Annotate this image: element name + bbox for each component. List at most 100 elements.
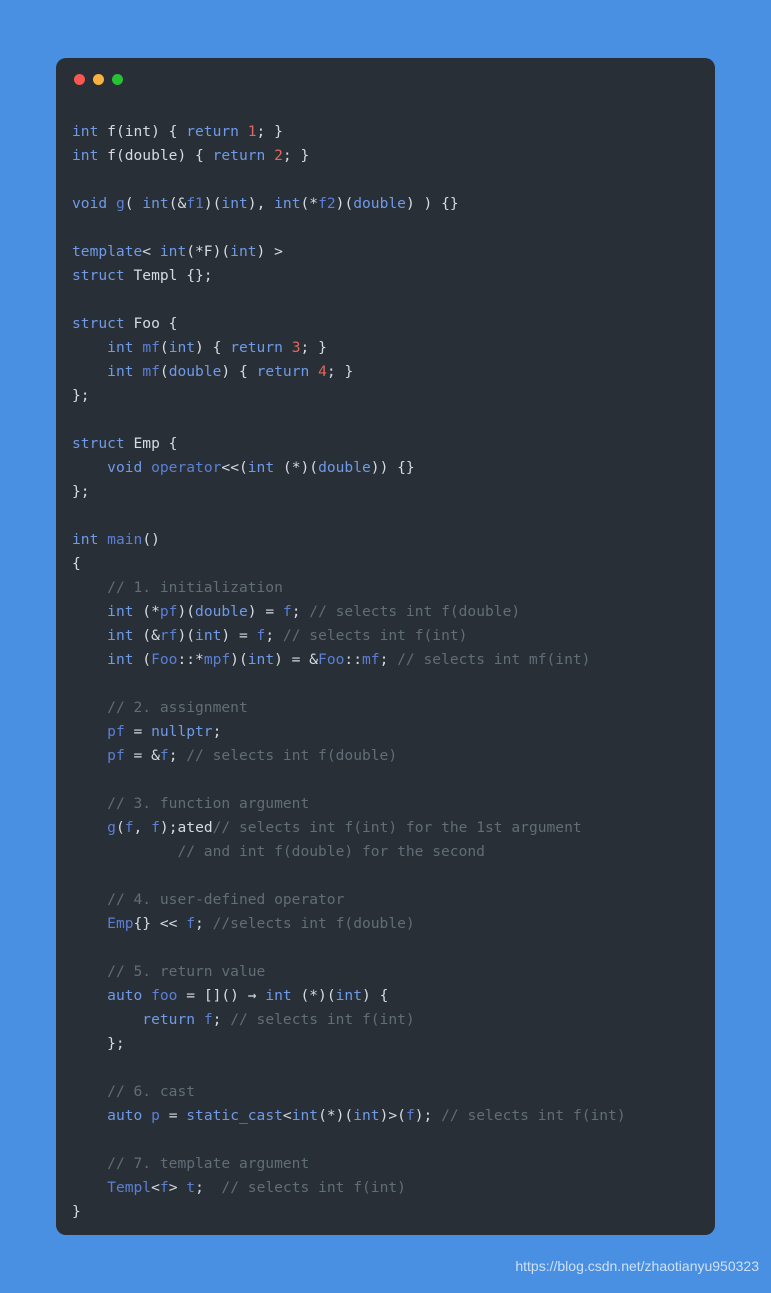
code-line: int f(double) { return 2; } (72, 144, 699, 168)
code-token-kw: struct (72, 267, 125, 284)
code-token-plain: }; (72, 387, 90, 404)
code-token-cmt: // 1. initialization (107, 579, 283, 596)
code-token-plain: ; } (256, 123, 283, 140)
code-token-kw: return (212, 147, 266, 164)
code-token-kw: int (247, 459, 275, 476)
code-token-plain: (& (168, 195, 187, 212)
code-token-id: mpf (203, 651, 231, 668)
code-line: int (*pf)(double) = f; // selects int f(… (72, 600, 699, 624)
code-token-plain: ( (159, 339, 169, 356)
code-token-id: pf (107, 747, 125, 764)
code-token-num: 1 (247, 123, 257, 140)
code-line: struct Templ {}; (72, 264, 699, 288)
code-token-num: 2 (274, 147, 283, 164)
code-token-plain: ; (379, 651, 398, 668)
code-token-kw: template (72, 243, 143, 260)
maximize-dot[interactable] (112, 74, 123, 85)
code-token-cmt: // 6. cast (107, 1083, 196, 1100)
code-token-plain: ( (159, 363, 169, 380)
close-dot[interactable] (74, 74, 85, 85)
code-token-kw: int (107, 363, 134, 380)
code-token-plain: = []() → (177, 987, 266, 1004)
code-token-plain: ; (195, 1179, 222, 1196)
code-token-kw: int (142, 195, 169, 212)
code-token-kw: nullptr (151, 723, 213, 740)
code-line: Templ<f> t; // selects int f(int) (72, 1176, 699, 1200)
code-line: g(f, f);ated// selects int f(int) for th… (72, 816, 699, 840)
code-token-plain: }; (72, 483, 90, 500)
code-token-kw: int (291, 1107, 319, 1124)
code-token-id: mf (142, 339, 160, 356)
code-token-kw: int (107, 627, 134, 644)
code-token-plain: ), (247, 195, 275, 212)
code-token-kw: auto (107, 987, 143, 1004)
code-line: void g( int(&f1)(int), int(*f2)(double) … (72, 192, 699, 216)
code-line: int (Foo::*mpf)(int) = &Foo::mf; // sele… (72, 648, 699, 672)
code-token-kw: double (168, 363, 222, 380)
code-token-plain: ( (133, 651, 152, 668)
code-token-kw: struct (72, 435, 125, 452)
code-token-kw: int (168, 339, 196, 356)
code-line: // 7. template argument (72, 1152, 699, 1176)
code-token-kw: int (353, 1107, 380, 1124)
code-token-id: f2 (318, 195, 336, 212)
code-token-id: Templ (107, 1179, 152, 1196)
code-token-plain: )( (335, 195, 354, 212)
code-line: int f(int) { return 1; } (72, 120, 699, 144)
code-token-cmt: // 5. return value (107, 963, 266, 980)
code-line: pf = nullptr; (72, 720, 699, 744)
code-token-plain: ) = (221, 627, 257, 644)
code-line: int mf(int) { return 3; } (72, 336, 699, 360)
code-token-plain: ) ) {} (405, 195, 459, 212)
code-block[interactable]: int f(int) { return 1; } int f(double) { … (56, 102, 715, 1224)
code-token-cmt: // 3. function argument (107, 795, 310, 812)
code-token-plain: , (133, 819, 152, 836)
code-token-plain: ( (124, 195, 143, 212)
code-token-plain: )( (230, 651, 248, 668)
code-token-id: t (186, 1179, 196, 1196)
code-token-id: f (124, 819, 134, 836)
code-token-kw: void (107, 459, 143, 476)
code-token-plain: ) > (256, 243, 283, 260)
code-token-plain: ) { (195, 339, 231, 356)
code-token-kw: int (247, 651, 275, 668)
window-titlebar (56, 58, 715, 102)
minimize-dot[interactable] (93, 74, 104, 85)
code-token-plain: Emp { (124, 435, 178, 452)
code-token-id: operator (151, 459, 222, 476)
code-token-kw: int (221, 195, 248, 212)
code-token-kw: return (230, 339, 283, 356)
code-token-id: mf (142, 363, 160, 380)
code-token-plain: ) = (247, 603, 283, 620)
code-token-id: mf (361, 651, 380, 668)
code-token-plain: < (142, 243, 160, 260)
code-line: struct Foo { (72, 312, 699, 336)
code-token-plain: (*F)( (186, 243, 231, 260)
code-token-num: 3 (291, 339, 301, 356)
code-token-kw: int (265, 987, 292, 1004)
code-token-plain: ; (212, 723, 222, 740)
code-token-cmt: //selects int f(double) (212, 915, 415, 932)
code-token-id: main (107, 531, 143, 548)
